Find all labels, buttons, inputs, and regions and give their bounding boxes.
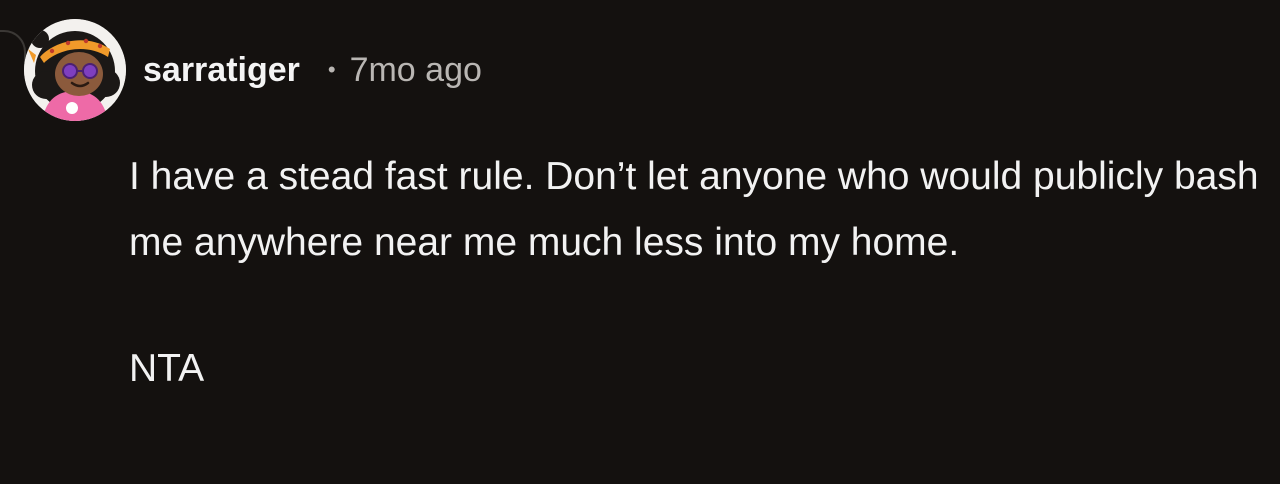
comment-header: sarratiger • 7mo ago (24, 14, 1260, 126)
username[interactable]: sarratiger (143, 51, 300, 90)
comment-body: I have a stead fast rule. Don’t let anyo… (129, 144, 1259, 402)
meta-separator: • (327, 57, 336, 82)
comment-paragraph: NTA (129, 347, 205, 390)
comment-paragraph: I have a stead fast rule. Don’t let anyo… (129, 155, 1259, 264)
thread-connector-line (0, 30, 26, 70)
avatar[interactable] (24, 19, 126, 121)
comment: sarratiger • 7mo ago I have a stead fast… (24, 14, 1260, 402)
avatar-illustration-icon (24, 19, 126, 121)
comment-timestamp: 7mo ago (349, 50, 482, 89)
